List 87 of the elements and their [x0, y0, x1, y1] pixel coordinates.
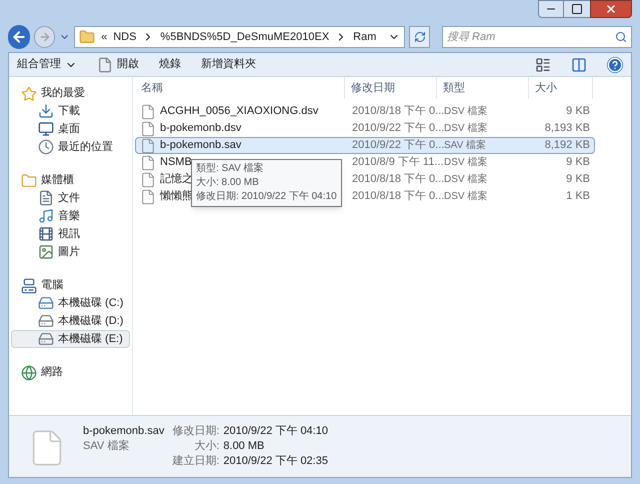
tooltip-line: 修改日期: 2010/9/22 下午 04:10	[196, 190, 337, 204]
nav-item[interactable]: 音樂	[11, 207, 130, 225]
file-name: b-pokemonb.sav	[160, 138, 242, 154]
tooltip-line: 大小: 8.00 MB	[196, 176, 260, 190]
drive-icon	[38, 313, 54, 329]
refresh-icon	[414, 31, 426, 43]
details-label: 大小:	[193, 439, 220, 454]
toolbar-button[interactable]: 燒錄	[159, 56, 181, 73]
file-icon	[140, 172, 156, 188]
nav-group-item[interactable]: 電腦	[9, 277, 132, 294]
file-size: 8,192 KB	[544, 138, 590, 153]
nav-group-item[interactable]: 網路	[9, 364, 132, 381]
forward-arrow-icon	[38, 31, 51, 43]
nav-item[interactable]: 下載	[11, 102, 130, 120]
details-file-type: SAV 檔案	[83, 439, 130, 454]
close-button[interactable]	[590, 0, 632, 18]
details-label: 修改日期:	[172, 424, 220, 439]
address-bar[interactable]: « NDS %5BNDS%5D_DeSmuME2010EX Ram	[74, 26, 406, 48]
drive-icon	[38, 331, 54, 347]
column-header[interactable]: 修改日期	[345, 77, 437, 99]
nav-item[interactable]: 圖片	[11, 243, 130, 261]
back-arrow-icon	[11, 29, 28, 45]
file-name: 記憶之	[160, 172, 193, 188]
view-options-icon[interactable]	[535, 56, 551, 72]
nav-item[interactable]: 最近的位置	[11, 138, 130, 156]
details-value: 2010/9/22 下午 04:10	[223, 424, 328, 439]
toolbar-button[interactable]: 開啟	[97, 56, 139, 73]
network-icon	[21, 364, 37, 380]
file-icon	[140, 104, 156, 120]
file-size: 1 KB	[565, 189, 590, 204]
library-icon	[21, 172, 37, 188]
recent-icon	[38, 139, 54, 155]
file-size: 9 KB	[565, 104, 590, 119]
breadcrumb[interactable]: NDS	[113, 28, 136, 46]
favorites-icon	[21, 86, 37, 102]
maximize-button[interactable]	[564, 0, 590, 18]
doc-icon	[38, 190, 54, 206]
folder-icon	[79, 29, 96, 45]
details-label: 建立日期:	[172, 454, 220, 469]
video-icon	[38, 226, 54, 242]
file-icon	[140, 154, 156, 170]
column-header[interactable]: 類型	[437, 77, 529, 99]
column-header[interactable]: 大小	[529, 77, 593, 99]
nav-item[interactable]: 本機磁碟 (C:)	[11, 294, 130, 312]
nav-item[interactable]: 本機磁碟 (D:)	[11, 312, 130, 330]
nav-item[interactable]: 視訊	[11, 225, 130, 243]
file-icon	[140, 138, 156, 154]
search-field[interactable]: 搜尋 Ram	[442, 26, 632, 48]
details-file-name: b-pokemonb.sav	[83, 424, 164, 439]
search-icon	[615, 31, 627, 43]
file-name: ACGHH_0056_XIAOXIONG.dsv	[160, 104, 318, 120]
file-name: b-pokemonb.dsv	[160, 121, 242, 136]
column-header[interactable]: 名稱	[133, 77, 345, 99]
file-icon	[97, 56, 113, 72]
modified-date: 2010/8/9 下午 11...	[351, 155, 440, 170]
file-icon	[140, 188, 156, 204]
nav-group-item[interactable]: 我的最愛	[9, 85, 132, 102]
tooltip-line: 類型: SAV 檔案	[196, 162, 265, 176]
nav-item[interactable]: 本機磁碟 (E:)	[11, 330, 130, 348]
help-icon[interactable]	[607, 56, 623, 72]
breadcrumb[interactable]: «	[101, 28, 108, 46]
desktop-icon	[38, 121, 54, 137]
image-icon	[38, 244, 54, 260]
file-size: 9 KB	[565, 155, 590, 170]
download-icon	[38, 103, 54, 119]
close-icon	[605, 3, 617, 15]
selected-file-row[interactable]: b-pokemonb.sav 2010/9/22 下午 0...SAV 檔案 8,192 KB	[135, 137, 595, 154]
preview-pane-icon[interactable]	[571, 56, 587, 72]
nav-item[interactable]: 桌面	[11, 120, 130, 138]
nav-group-item[interactable]: 媒體櫃	[9, 172, 132, 189]
file-name: NSMB	[160, 155, 192, 170]
details-value: 2010/9/22 下午 02:35	[223, 454, 328, 469]
music-icon	[38, 208, 54, 224]
file-size: 9 KB	[565, 172, 590, 187]
details-value: 8.00 MB	[223, 439, 266, 454]
toolbar-button[interactable]: 新增資料夾	[201, 56, 256, 73]
sysdrive-icon	[38, 295, 54, 311]
back-button[interactable]	[8, 25, 30, 49]
breadcrumb[interactable]: %5BNDS%5D_DeSmuME2010EX	[160, 28, 330, 46]
file-size: 8,193 KB	[544, 121, 590, 136]
breadcrumb[interactable]: Ram	[353, 28, 376, 46]
computer-icon	[21, 278, 37, 294]
refresh-button[interactable]	[409, 26, 430, 48]
maximize-icon	[571, 3, 583, 15]
toolbar-button[interactable]: 組合管理	[17, 56, 77, 73]
nav-item[interactable]: 文件	[11, 189, 130, 207]
file-icon	[140, 120, 156, 136]
